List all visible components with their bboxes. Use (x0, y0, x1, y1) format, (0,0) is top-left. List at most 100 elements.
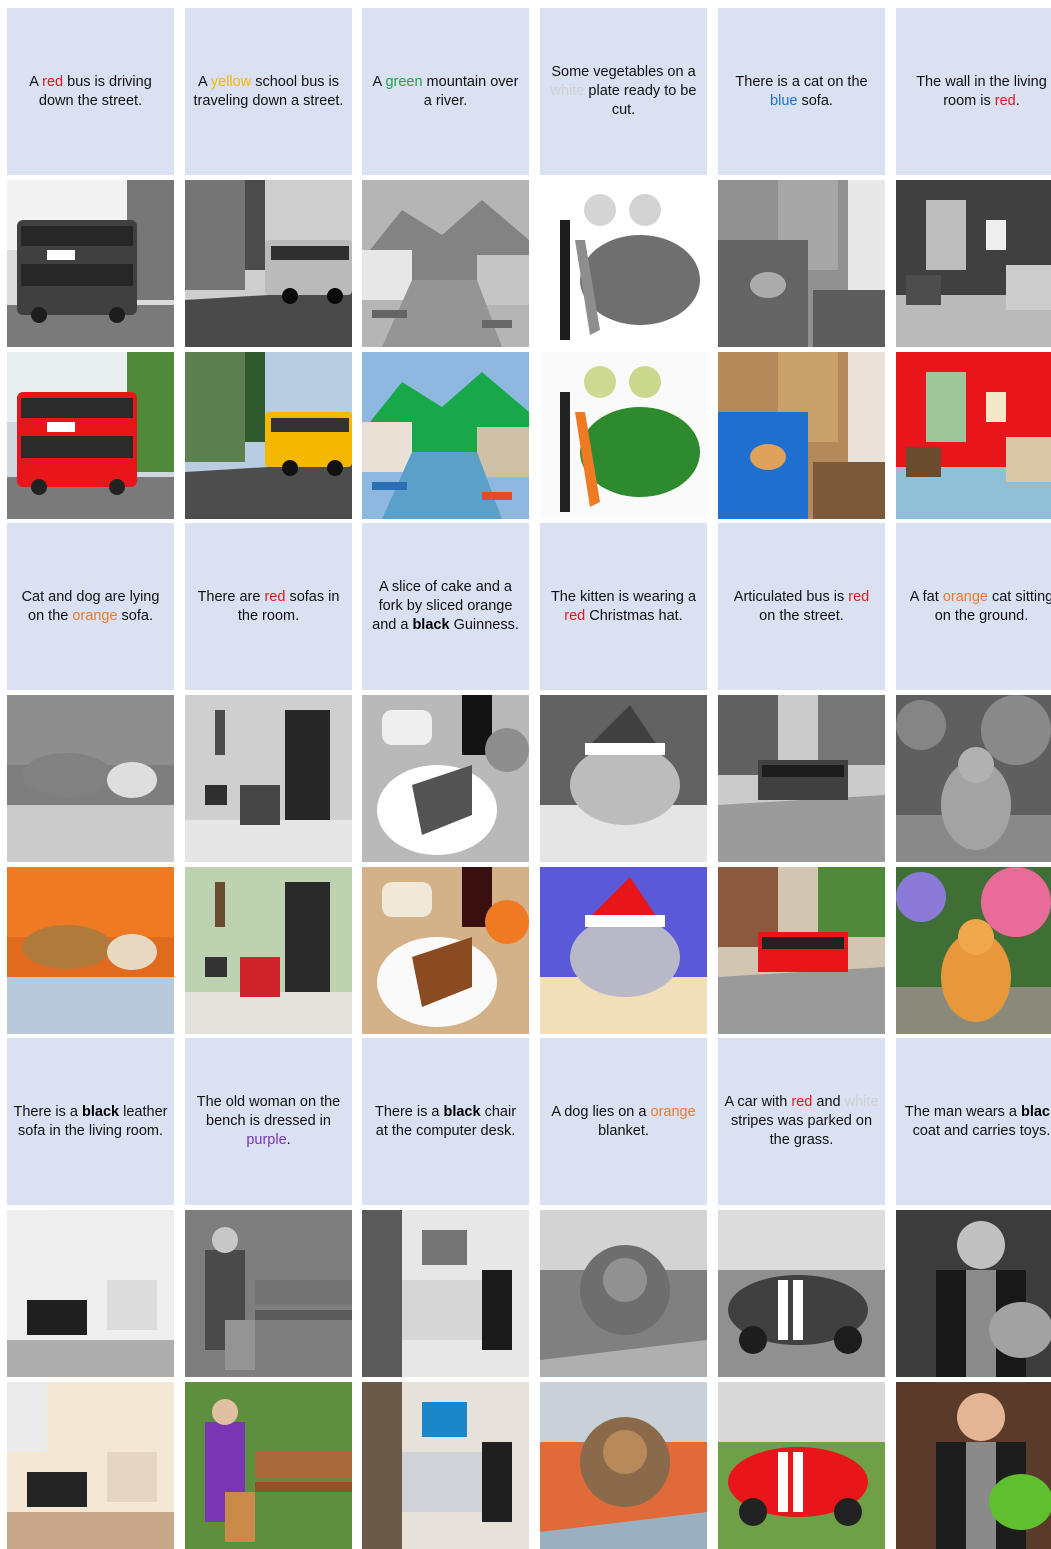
caption-segment: Articulated bus is (733, 588, 849, 605)
caption-segment: plate ready to be cut. (584, 83, 697, 118)
caption-segment: . (286, 1132, 291, 1148)
caption-segment: A (197, 73, 211, 90)
caption-segment: A dog lies on a (551, 1103, 651, 1120)
caption-text: A slice of cake and a fork by sliced ora… (362, 578, 529, 635)
caption-segment: mountain over a river. (422, 73, 519, 109)
grayscale-input-image (185, 695, 352, 862)
caption-segment: A fat (909, 588, 943, 605)
color-word: red (264, 588, 286, 605)
color-word: blue (770, 92, 798, 109)
caption-segment: sofa. (117, 607, 153, 624)
caption-segment: The wall in the living room is (916, 73, 1047, 109)
caption-card: The kitten is wearing a red Christmas ha… (540, 523, 707, 690)
caption-segment: There is a (374, 1103, 444, 1120)
grayscale-input-image (362, 1210, 529, 1377)
grayscale-input-image (7, 1210, 174, 1377)
color-word: black (412, 617, 450, 633)
caption-card: The wall in the living room is red. (896, 8, 1051, 175)
grayscale-input-image (896, 695, 1051, 862)
grayscale-input-image (7, 695, 174, 862)
caption-text: The man wears a black coat and carries t… (896, 1103, 1051, 1141)
color-word: purple (246, 1132, 287, 1148)
color-word: black (1020, 1103, 1051, 1120)
colorized-output-image (718, 1382, 885, 1549)
grayscale-input-image (540, 1210, 707, 1377)
colorized-output-image (540, 867, 707, 1034)
color-word: red (994, 92, 1016, 109)
color-word: red (564, 607, 586, 624)
colorized-output-image (185, 1382, 352, 1549)
caption-card: There is a cat on the blue sofa. (718, 8, 885, 175)
caption-text: A car with red and white stripes was par… (718, 1093, 885, 1150)
caption-card: There is a black chair at the computer d… (362, 1038, 529, 1205)
caption-text: Articulated bus is red on the street. (718, 588, 885, 626)
caption-segment: Some vegetables on a (551, 64, 696, 80)
caption-segment: The man wears a (904, 1103, 1021, 1120)
caption-segment: Guinness. (449, 617, 519, 633)
grayscale-input-image (540, 695, 707, 862)
caption-text: There is a black leather sofa in the liv… (7, 1103, 174, 1141)
caption-segment: Christmas hat. (585, 607, 683, 624)
grayscale-input-image (896, 180, 1051, 347)
caption-card: Cat and dog are lying on the orange sofa… (7, 523, 174, 690)
caption-segment: The kitten is wearing a (550, 588, 697, 605)
caption-segment: There is a (13, 1103, 83, 1120)
grayscale-input-image (362, 695, 529, 862)
caption-segment: A (372, 73, 386, 90)
caption-card: A dog lies on a orange blanket. (540, 1038, 707, 1205)
colorized-output-image (185, 867, 352, 1034)
caption-text: There is a cat on the blue sofa. (718, 73, 885, 111)
grayscale-input-image (362, 180, 529, 347)
colorized-output-image (362, 1382, 529, 1549)
colorized-output-image (7, 867, 174, 1034)
colorized-output-image (718, 867, 885, 1034)
caption-card: A red bus is driving down the street. (7, 8, 174, 175)
colorized-output-image (540, 1382, 707, 1549)
caption-segment: stripes was parked on the grass. (730, 1113, 873, 1148)
grayscale-input-image (718, 1210, 885, 1377)
caption-segment: on the street. (759, 607, 844, 624)
colorized-output-image (896, 867, 1051, 1034)
color-word: white (550, 83, 585, 99)
caption-segment: and (812, 1094, 845, 1110)
caption-segment: . (1015, 92, 1020, 109)
color-word: red (42, 73, 64, 90)
caption-card: The man wears a black coat and carries t… (896, 1038, 1051, 1205)
caption-segment: coat and carries toys. (912, 1122, 1051, 1139)
colorized-output-image (896, 1382, 1051, 1549)
colorized-output-image (185, 352, 352, 519)
colorized-output-image (7, 1382, 174, 1549)
caption-text: The kitten is wearing a red Christmas ha… (540, 588, 707, 626)
caption-segment: A (29, 73, 43, 90)
caption-text: A green mountain over a river. (362, 73, 529, 111)
grayscale-input-image (540, 180, 707, 347)
caption-card: A green mountain over a river. (362, 8, 529, 175)
caption-card: Articulated bus is red on the street. (718, 523, 885, 690)
caption-text: A dog lies on a orange blanket. (540, 1103, 707, 1141)
caption-text: The old woman on the bench is dressed in… (185, 1093, 352, 1150)
caption-segment: There is a cat on the (735, 73, 868, 90)
grayscale-input-image (718, 180, 885, 347)
color-word: orange (650, 1103, 696, 1120)
colorized-output-image (896, 352, 1051, 519)
caption-segment: A car with (724, 1094, 792, 1110)
colorized-output-image (540, 352, 707, 519)
caption-text: There are red sofas in the room. (185, 588, 352, 626)
grayscale-input-image (718, 695, 885, 862)
grayscale-input-image (185, 180, 352, 347)
color-word: black (443, 1103, 481, 1120)
grayscale-input-image (7, 180, 174, 347)
caption-text: Some vegetables on a white plate ready t… (540, 63, 707, 120)
caption-card: The old woman on the bench is dressed in… (185, 1038, 352, 1205)
caption-segment: blanket. (598, 1122, 649, 1139)
caption-segment: The old woman on the bench is dressed in (196, 1094, 341, 1129)
grayscale-input-image (185, 1210, 352, 1377)
caption-text: A fat orange cat sitting on the ground. (896, 588, 1051, 626)
color-word: red (848, 588, 870, 605)
caption-text: Cat and dog are lying on the orange sofa… (7, 588, 174, 626)
caption-card: Some vegetables on a white plate ready t… (540, 8, 707, 175)
color-word: orange (942, 588, 988, 605)
color-word: green (385, 73, 423, 90)
colorized-output-image (362, 352, 529, 519)
caption-card: A yellow school bus is traveling down a … (185, 8, 352, 175)
